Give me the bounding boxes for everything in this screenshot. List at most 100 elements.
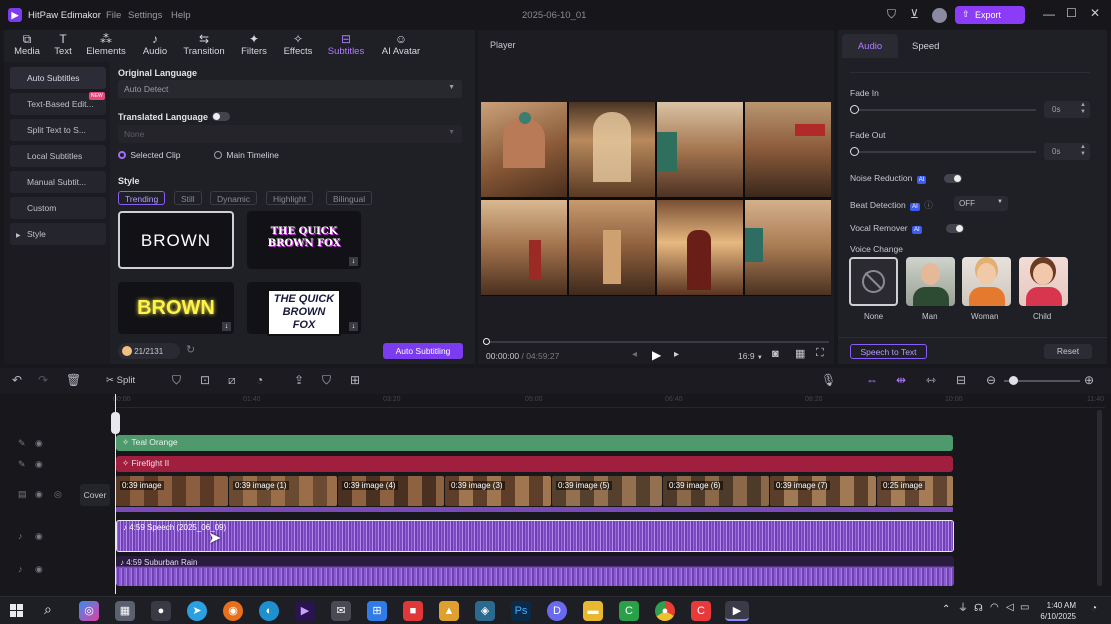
next-frame-icon[interactable]: ▸ [674,350,679,360]
style-preview-quick-fox-boxed[interactable]: THE QUICK BROWN FOX ↓ [247,282,361,336]
video-clip[interactable]: 0:39 image (3) [445,476,551,506]
magnet-icon[interactable]: ⇔ [866,374,878,386]
fade-in-stepper[interactable]: 0s ▲ ▼ [1044,101,1090,118]
fade-in-slider[interactable] [850,105,1036,114]
effect-clip[interactable]: ✧ Firefight II [116,456,953,472]
zoom-slider[interactable] [1004,376,1080,385]
tab-ai-avatar[interactable]: ☺ AI Avatar [378,32,424,57]
tab-filters[interactable]: ✦ Filters [236,32,272,57]
refresh-icon[interactable]: ↻ [186,345,195,356]
style-preview-brown-neon[interactable]: BROWN ↓ [118,282,234,334]
playback-progress-bar[interactable] [483,338,829,345]
chip-bilingual[interactable]: Bilingual [326,191,373,205]
tab-speed[interactable]: Speed [912,41,939,52]
chip-dynamic[interactable]: Dynamic [210,191,258,205]
close-icon[interactable]: ✕ [1090,7,1100,19]
original-language-select[interactable]: Auto Detect ▼ [118,80,462,98]
style-preview-brown-plain[interactable]: BROWN [118,211,234,269]
play-icon[interactable]: ▶ [652,349,661,361]
premiere-icon[interactable]: ▶ [295,601,315,621]
video-clip[interactable]: 0:39 image [116,476,228,506]
music-clip[interactable]: ♪ 4:59 Suburban Rain [116,556,954,586]
pin-icon[interactable]: ✎ [18,459,26,470]
translated-language-select[interactable]: None ▼ [118,125,462,143]
previous-frame-icon[interactable]: ◂ [632,350,637,360]
voice-none[interactable] [849,257,898,306]
nav-custom[interactable]: Custom [10,197,106,219]
zoom-out-icon[interactable]: ⊖ [986,374,996,386]
nav-auto-subtitles[interactable]: Auto Subtitles [10,67,106,89]
visibility-icon[interactable]: ◉ [35,489,43,500]
capcut-icon[interactable]: C [691,601,711,621]
dopamine-icon[interactable]: D [547,601,567,621]
mail-icon[interactable]: ✉ [331,601,351,621]
tab-text[interactable]: T Text [48,32,78,57]
zoom-in-icon[interactable]: ⊕ [1084,374,1094,386]
telegram-icon[interactable]: ➤ [187,601,207,621]
auto-subtitling-button[interactable]: Auto Subtitling [383,343,463,359]
nav-local-subtitles[interactable]: Local Subtitles [10,145,106,167]
account-avatar[interactable] [932,8,947,23]
usb-icon[interactable]: ⏚ [958,604,968,614]
speech-to-text-button[interactable]: Speech to Text [850,344,927,359]
chip-trending[interactable]: Trending [118,191,166,205]
undo-icon[interactable]: ↶ [12,374,22,386]
radio-selected-clip[interactable]: Selected Clip [118,150,180,160]
delete-icon[interactable]: 🗑 [66,374,81,386]
video-clip[interactable]: 0:39 image (7) [770,476,876,506]
voice-man[interactable] [906,257,955,306]
playhead-knob[interactable] [483,338,490,345]
redo-icon[interactable]: ↷ [38,374,48,386]
voice-woman[interactable] [962,257,1011,306]
feedback-icon[interactable]: ⛉ [887,8,896,20]
minimize-icon[interactable]: — [1043,8,1055,20]
fullscreen-icon[interactable]: ⛶ [816,348,824,359]
edimakor-taskbar-icon[interactable]: ▶ [725,601,749,621]
timeline-scrollbar[interactable] [1097,410,1102,586]
export-button[interactable]: ⇧ Export [955,6,1025,24]
crop-icon[interactable]: ⧄ [228,374,236,386]
tab-subtitles[interactable]: ⊟ Subtitles [324,32,368,57]
edge-icon[interactable]: ◐ [259,601,279,621]
slider-knob[interactable] [850,105,859,114]
notification-bell-icon[interactable]: ◔ [1091,604,1097,614]
visibility-icon[interactable]: ◉ [35,459,43,470]
split-button[interactable]: ✂ Split [106,375,135,386]
chat-icon[interactable]: ● [151,601,171,621]
translated-language-toggle[interactable] [212,112,230,121]
file-explorer-icon[interactable]: ▬ [583,601,603,621]
fit-icon[interactable]: ⊟ [956,374,966,386]
marker-icon[interactable]: ⛉ [322,374,331,386]
files-icon[interactable]: ▲ [439,601,459,621]
shield-icon[interactable]: ⛉ [172,374,181,386]
menu-file[interactable]: File [106,10,121,21]
headset-icon[interactable]: ☊ [974,604,983,614]
freeze-icon[interactable]: ⊡ [200,374,210,386]
menu-settings[interactable]: Settings [128,10,162,21]
tray-chevron-icon[interactable]: ⌃ [942,605,950,615]
chip-highlight[interactable]: Highlight [266,191,314,205]
aspect-ratio-select[interactable]: 16:9 ▼ [738,351,763,361]
beat-detection-select[interactable]: OFF ▼ [954,196,1008,211]
speaker-icon[interactable]: ◁ [1006,603,1014,613]
voice-child[interactable] [1019,257,1068,306]
chrome-icon[interactable]: ● [655,601,675,621]
upload-icon[interactable]: ⇪ [294,374,304,386]
speech-clip[interactable]: ♪ 4:59 Speech (2025_06_09) [116,520,954,552]
calculator-icon[interactable]: ▦ [115,601,135,621]
menu-help[interactable]: Help [171,10,191,21]
photos-icon[interactable]: ◈ [475,601,495,621]
style-preview-quick-fox[interactable]: THE QUICK BROWN FOX ↓ [247,211,361,269]
pin-icon[interactable]: ✎ [18,438,26,449]
reset-button[interactable]: Reset [1044,344,1092,359]
video-clip[interactable]: 0:25 image [877,476,953,506]
microphone-icon[interactable]: 🎙 [821,374,836,386]
tab-media[interactable]: ⧉ Media [10,32,44,57]
tab-effects[interactable]: ✧ Effects [280,32,316,57]
radio-main-timeline[interactable]: Main Timeline [214,150,279,160]
snapshot-icon[interactable]: ◙ [772,349,779,360]
recorder-icon[interactable]: ■ [403,601,423,621]
cover-button[interactable]: Cover [80,484,110,506]
snap-icon[interactable]: ⇿ [926,374,936,386]
store-icon[interactable]: ⊞ [367,601,387,621]
